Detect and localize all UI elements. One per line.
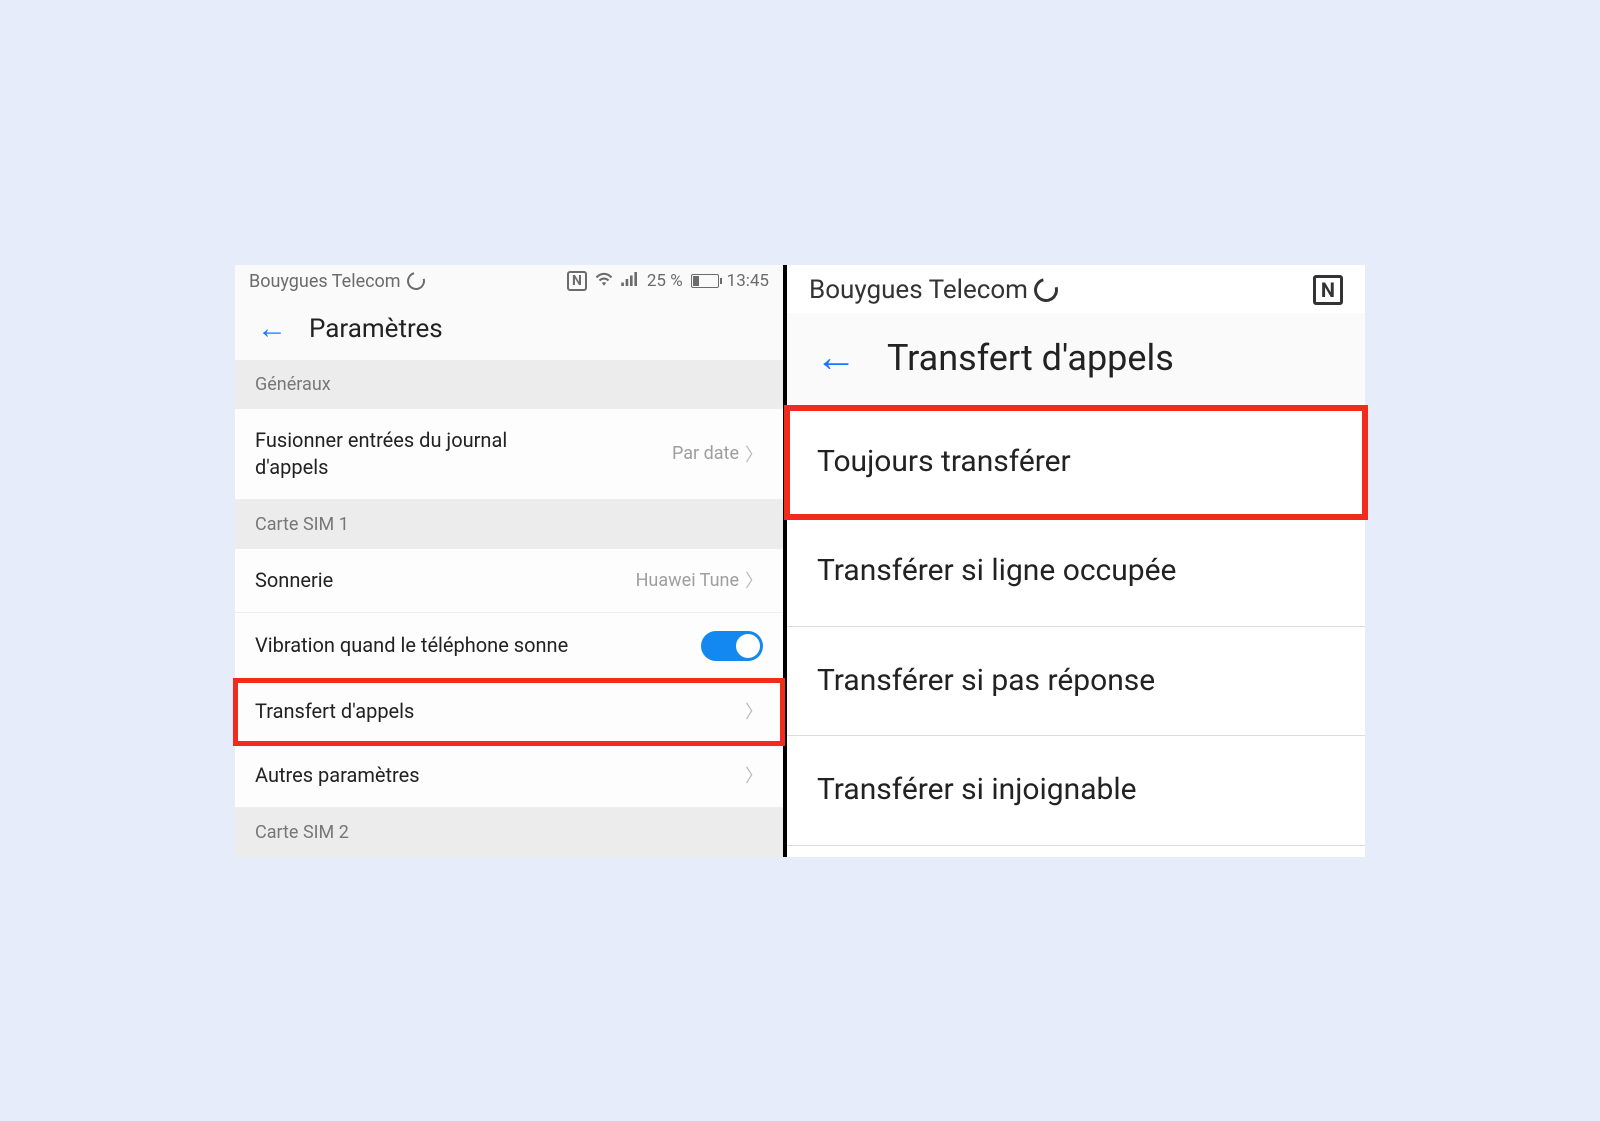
row-forward-unreachable[interactable]: Transférer si injoignable: [787, 736, 1365, 846]
battery-pct: 25 %: [647, 271, 683, 291]
row-call-forwarding[interactable]: Transfert d'appels 〉: [235, 680, 783, 744]
page-title: Paramètres: [309, 314, 443, 344]
nfc-icon: N: [1313, 275, 1343, 305]
row-other-settings[interactable]: Autres paramètres 〉: [235, 744, 783, 808]
row-forward-busy[interactable]: Transférer si ligne occupée: [787, 517, 1365, 627]
sync-icon: [403, 269, 428, 294]
header-right: ← Transfert d'appels: [787, 313, 1365, 408]
row-label: Transférer si pas réponse: [817, 661, 1155, 702]
row-label: Toujours transférer: [817, 442, 1071, 483]
chevron-right-icon: 〉: [745, 762, 763, 788]
section-general: Généraux: [235, 360, 783, 409]
chevron-right-icon: 〉: [745, 567, 763, 593]
wifi-icon: [595, 271, 613, 291]
page-title: Transfert d'appels: [887, 337, 1174, 379]
chevron-right-icon: 〉: [745, 698, 763, 724]
row-label: Fusionner entrées du journal d'appels: [255, 427, 575, 481]
section-sim2: Carte SIM 2: [235, 808, 783, 857]
carrier-label: Bouygues Telecom: [249, 271, 401, 292]
settings-screen: Bouygues Telecom N 25 % 13:45 ← Paramètr…: [235, 265, 783, 857]
row-label: Transférer si ligne occupée: [817, 551, 1176, 592]
row-label: Autres paramètres: [255, 762, 420, 789]
forwarding-options-list: Toujours transférer Transférer si ligne …: [787, 408, 1365, 846]
row-always-forward[interactable]: Toujours transférer: [787, 408, 1365, 518]
row-merge-call-log[interactable]: Fusionner entrées du journal d'appels Pa…: [235, 409, 783, 500]
row-label: Vibration quand le téléphone sonne: [255, 632, 568, 659]
row-label: Transférer si injoignable: [817, 770, 1137, 811]
row-ringtone[interactable]: Sonnerie Huawei Tune 〉: [235, 549, 783, 613]
row-vibrate[interactable]: Vibration quand le téléphone sonne: [235, 613, 783, 680]
row-value: 〉: [745, 698, 763, 724]
row-value: 〉: [745, 762, 763, 788]
row-value: Huawei Tune 〉: [636, 567, 763, 593]
statusbar-right: Bouygues Telecom N: [787, 265, 1365, 313]
section-sim1: Carte SIM 1: [235, 500, 783, 549]
chevron-right-icon: 〉: [745, 441, 763, 467]
sync-icon: [1030, 273, 1063, 306]
vibrate-toggle[interactable]: [701, 631, 763, 661]
nfc-icon: N: [567, 271, 587, 291]
statusbar-left: Bouygues Telecom N 25 % 13:45: [235, 265, 783, 296]
carrier-label: Bouygues Telecom: [809, 275, 1028, 305]
row-value: Par date 〉: [672, 441, 763, 467]
back-arrow-icon[interactable]: ←: [815, 337, 857, 379]
header-left: ← Paramètres: [235, 296, 783, 360]
row-label: Sonnerie: [255, 567, 333, 594]
clock: 13:45: [727, 271, 769, 291]
row-forward-no-answer[interactable]: Transférer si pas réponse: [787, 627, 1365, 737]
signal-icon: [621, 271, 639, 291]
back-arrow-icon[interactable]: ←: [257, 314, 287, 344]
row-label: Transfert d'appels: [255, 698, 414, 725]
battery-icon: [691, 274, 719, 288]
call-forwarding-screen: Bouygues Telecom N ← Transfert d'appels …: [787, 265, 1365, 857]
